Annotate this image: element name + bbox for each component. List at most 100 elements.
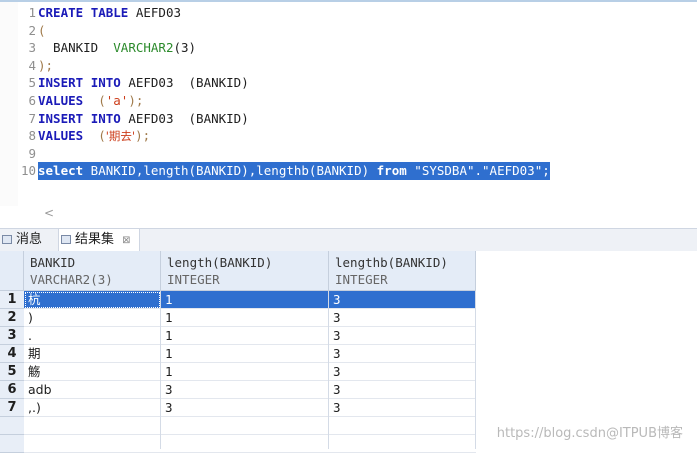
table-cell[interactable]: 3 bbox=[329, 309, 476, 327]
code-line[interactable]: 4); bbox=[0, 57, 697, 75]
row-number[interactable]: 7 bbox=[0, 399, 24, 417]
line-number: 1 bbox=[28, 5, 36, 20]
line-number: 3 bbox=[28, 40, 36, 56]
code-text[interactable]: ); bbox=[38, 57, 53, 75]
line-number: 8 bbox=[28, 128, 36, 144]
line-number: 6 bbox=[28, 93, 36, 108]
table-cell[interactable]: 3 bbox=[329, 381, 476, 399]
row-number[interactable]: 4 bbox=[0, 345, 24, 363]
row-number[interactable]: 3 bbox=[0, 327, 24, 345]
column-header-lengthb[interactable]: lengthb(BANKID) INTEGER bbox=[329, 251, 476, 291]
table-row[interactable]: 杭13 bbox=[24, 291, 476, 309]
scroll-left-arrow-icon[interactable]: < bbox=[44, 206, 54, 220]
code-token: ( bbox=[83, 128, 106, 144]
code-token: ); bbox=[128, 93, 144, 108]
code-text[interactable]: VALUES ('a'); bbox=[38, 92, 143, 110]
code-token: (3) bbox=[173, 40, 197, 56]
result-tabbar: 消息 结果集 ⊠ bbox=[0, 228, 697, 252]
table-row[interactable]: ,.) 3 3 bbox=[24, 399, 476, 417]
table-cell[interactable]: 1 bbox=[161, 345, 329, 363]
code-token: ( bbox=[38, 22, 46, 38]
code-token: 'a' bbox=[105, 93, 129, 108]
table-row[interactable]: ) 1 3 bbox=[24, 309, 476, 327]
code-token: TABLE bbox=[90, 5, 129, 20]
code-line[interactable]: 10 select BANKID,length(BANKID),lengthb(B… bbox=[0, 162, 697, 181]
code-text[interactable]: BANKID VARCHAR2(3) bbox=[38, 39, 196, 57]
code-token: ); bbox=[38, 57, 54, 73]
line-number: 7 bbox=[28, 110, 36, 126]
table-cell[interactable]: . bbox=[24, 327, 161, 345]
row-number[interactable]: 5 bbox=[0, 363, 24, 381]
code-token: BANKID,length(BANKID),lengthb(BANKID) bbox=[83, 163, 377, 179]
table-row[interactable]: 期13 bbox=[24, 345, 476, 363]
row-number[interactable]: 2 bbox=[0, 309, 24, 327]
code-line[interactable]: 5 INSERT INTO AEFD03 (BANKID) bbox=[0, 74, 697, 92]
code-token: AEFD03 (BANKID) bbox=[120, 110, 249, 126]
table-cell[interactable]: 3 bbox=[329, 291, 476, 309]
empty-row bbox=[0, 417, 476, 435]
table-cell[interactable]: 3 bbox=[329, 327, 476, 345]
code-line[interactable]: 1 CREATE TABLE AEFD03 bbox=[0, 4, 697, 22]
code-token: VALUES bbox=[38, 128, 84, 144]
table-cell[interactable]: 3 bbox=[329, 399, 476, 417]
table-cell[interactable]: 1 bbox=[161, 291, 329, 309]
code-token: CREATE bbox=[38, 5, 84, 20]
code-text[interactable]: select BANKID,length(BANKID),lengthb(BAN… bbox=[38, 162, 550, 181]
code-line[interactable]: 6 VALUES ('a'); bbox=[0, 92, 697, 110]
sql-editor[interactable]: 1 CREATE TABLE AEFD03 2(3 BANKID VARCHAR2(… bbox=[0, 0, 697, 206]
code-text[interactable]: INSERT INTO AEFD03 (BANKID) bbox=[38, 110, 249, 128]
code-line[interactable]: 9 bbox=[0, 145, 697, 163]
grid-corner[interactable] bbox=[0, 251, 24, 291]
column-name: length(BANKID) bbox=[167, 255, 273, 270]
column-divider bbox=[160, 291, 161, 449]
messages-icon bbox=[2, 235, 12, 244]
table-cell[interactable]: 3 bbox=[161, 399, 329, 417]
code-line[interactable]: 2( bbox=[0, 22, 697, 40]
code-token: from bbox=[376, 163, 407, 179]
table-cell[interactable]: 3 bbox=[329, 363, 476, 381]
table-cell[interactable]: 杭 bbox=[24, 291, 161, 309]
table-cell[interactable]: 3 bbox=[329, 345, 476, 363]
column-type: VARCHAR2(3) bbox=[30, 272, 113, 287]
watermark: https://blog.csdn@ITPUB博客 bbox=[496, 426, 683, 441]
tab-results[interactable]: 结果集 ⊠ bbox=[58, 229, 140, 251]
close-icon[interactable]: ⊠ bbox=[122, 235, 130, 246]
table-cell[interactable]: 觞 bbox=[24, 363, 161, 381]
code-token: INSERT bbox=[38, 110, 84, 126]
row-number[interactable]: 6 bbox=[0, 381, 24, 399]
table-cell[interactable]: 3 bbox=[161, 381, 329, 399]
table-cell[interactable]: 1 bbox=[161, 363, 329, 381]
column-header-bankid[interactable]: BANKID VARCHAR2(3) bbox=[24, 251, 161, 291]
code-line[interactable]: 3 BANKID VARCHAR2(3) bbox=[0, 39, 697, 57]
row-number bbox=[0, 435, 24, 453]
empty-row bbox=[0, 435, 476, 453]
table-cell[interactable]: ) bbox=[24, 309, 161, 327]
table-cell[interactable]: 1 bbox=[161, 309, 329, 327]
code-token: INTO bbox=[90, 75, 121, 91]
code-line[interactable]: 7 INSERT INTO AEFD03 (BANKID) bbox=[0, 110, 697, 128]
code-text[interactable]: CREATE TABLE AEFD03 bbox=[38, 4, 181, 22]
code-token: VALUES bbox=[38, 93, 84, 108]
code-text[interactable]: ( bbox=[38, 22, 46, 40]
table-row[interactable]: adb 3 3 bbox=[24, 381, 476, 399]
table-cell[interactable]: 期 bbox=[24, 345, 161, 363]
table-cell[interactable]: adb bbox=[24, 381, 161, 399]
code-text[interactable]: VALUES ('期去'); bbox=[38, 127, 150, 145]
table-row[interactable]: 觞13 bbox=[24, 363, 476, 381]
table-cell[interactable]: 1 bbox=[161, 327, 329, 345]
tab-messages[interactable]: 消息 bbox=[0, 229, 42, 251]
code-line[interactable]: 8 VALUES ('期去'); bbox=[0, 127, 697, 145]
column-name: BANKID bbox=[30, 255, 76, 270]
table-row[interactable]: .13 bbox=[24, 327, 476, 345]
code-token: AEFD03 (BANKID) bbox=[120, 75, 249, 91]
result-grid[interactable]: BANKID VARCHAR2(3) length(BANKID) INTEGE… bbox=[0, 251, 697, 453]
code-token: INTO bbox=[90, 110, 121, 126]
column-divider bbox=[475, 291, 476, 449]
row-number[interactable]: 1 bbox=[0, 291, 24, 309]
code-text[interactable]: INSERT INTO AEFD03 (BANKID) bbox=[38, 74, 249, 92]
column-header-length[interactable]: length(BANKID) INTEGER bbox=[161, 251, 329, 291]
table-cell[interactable]: ,.) bbox=[24, 399, 161, 417]
